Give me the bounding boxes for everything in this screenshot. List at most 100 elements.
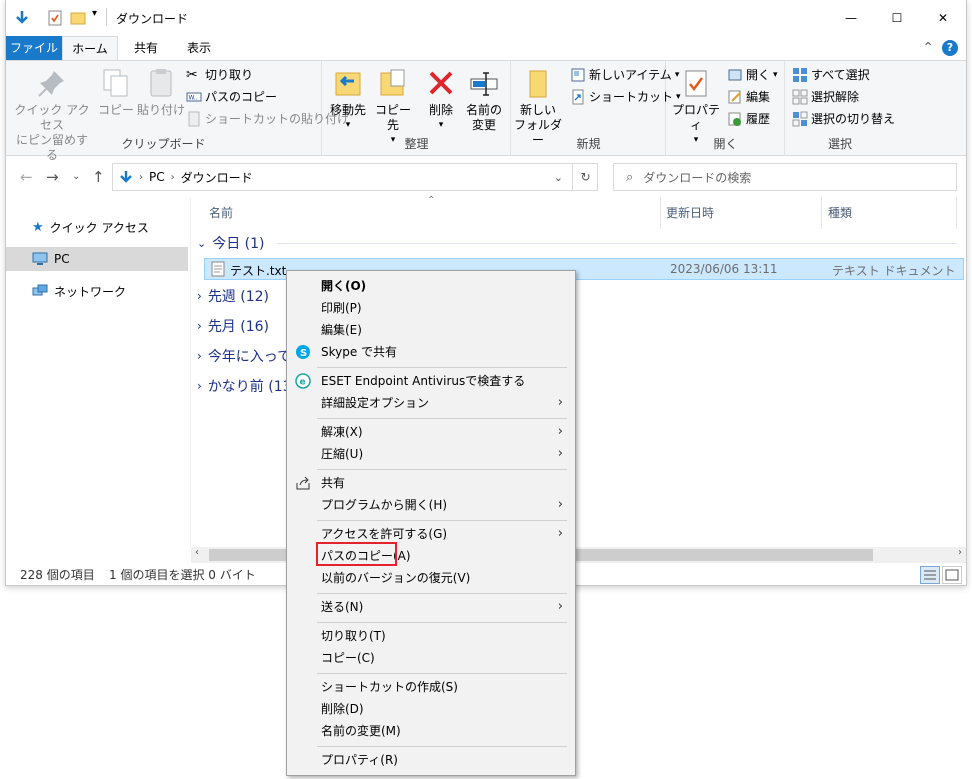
column-header-name[interactable]: 名前 (209, 204, 233, 221)
scroll-right-icon[interactable]: › (958, 547, 962, 558)
invert-selection-label: 選択の切り替え (811, 112, 896, 126)
menu-label: 圧縮(U) (321, 447, 364, 461)
menu-item-share[interactable]: 共有 (287, 472, 575, 494)
search-icon: ⌕ (626, 169, 634, 185)
menu-item-open-with[interactable]: プログラムから開く(H) › (287, 494, 575, 516)
column-header-modified[interactable]: 更新日時 (666, 204, 714, 221)
menu-separator (317, 367, 567, 368)
item-count: 228 個の項目 (20, 567, 95, 582)
shortcut-button[interactable]: ショートカット ▾ (570, 89, 681, 105)
copy-path-icon: W.. (186, 92, 202, 102)
group-label-organize: 整理 (404, 137, 429, 151)
group-header-last-week[interactable]: › 先週 (12) (197, 285, 269, 307)
menu-separator (317, 746, 567, 747)
history-label: 履歴 (746, 112, 771, 126)
properties-check-icon[interactable] (47, 10, 63, 26)
history-button[interactable]: 履歴 (727, 111, 770, 127)
scroll-left-icon[interactable]: ‹ (195, 547, 199, 558)
rename-button[interactable]: 名前の 変更 (463, 67, 505, 133)
search-input[interactable]: ⌕ ダウンロードの検索 (613, 163, 957, 191)
select-none-button[interactable]: 選択解除 (792, 89, 859, 105)
move-to-button[interactable]: 移動先 ▾ (327, 67, 369, 133)
address-bar[interactable]: › PC › ダウンロード ⌄ (112, 163, 598, 191)
monitor-icon (32, 252, 48, 265)
copy-button[interactable]: コピー (96, 67, 136, 118)
group-header-last-month[interactable]: › 先月 (16) (197, 315, 269, 337)
paste-button[interactable]: 貼り付け (136, 67, 186, 118)
file-modified: 2023/06/06 13:11 (670, 262, 778, 276)
group-header-this-year[interactable]: › 今年に入って (197, 345, 291, 367)
forward-arrow-icon[interactable]: → (46, 168, 59, 186)
address-dropdown-icon[interactable]: ⌄ (554, 171, 563, 184)
minimize-button[interactable]: — (828, 0, 874, 36)
copy-to-icon (380, 69, 405, 96)
menu-item-extract[interactable]: 解凍(X) › (287, 421, 575, 443)
close-button[interactable]: ✕ (920, 0, 966, 36)
up-arrow-icon[interactable]: ↑ (92, 168, 105, 186)
menu-item-restore-previous-versions[interactable]: 以前のバージョンの復元(V) (287, 567, 575, 589)
menu-item-properties[interactable]: プロパティ(R) (287, 749, 575, 771)
menu-item-rename[interactable]: 名前の変更(M) (287, 720, 575, 742)
refresh-icon: ↻ (580, 170, 591, 184)
select-all-button[interactable]: すべて選択 (792, 67, 870, 83)
nav-item-quick-access[interactable]: ★ クイック アクセス (6, 215, 188, 239)
back-arrow-icon[interactable]: ← (20, 168, 33, 186)
menu-item-edit[interactable]: 編集(E) (287, 319, 575, 341)
group-divider (277, 243, 957, 244)
details-view-button[interactable] (920, 566, 940, 584)
group-label-new: 新規 (576, 137, 601, 151)
menu-separator (317, 520, 567, 521)
select-all-icon (793, 68, 807, 82)
group-header-today[interactable]: ⌄ 今日 (1) (197, 232, 957, 254)
column-separator[interactable] (821, 197, 822, 229)
new-item-button[interactable]: 新しいアイテム ▾ (570, 67, 679, 83)
delete-button[interactable]: 削除 ▾ (423, 67, 459, 133)
breadcrumb-downloads[interactable]: ダウンロード (181, 169, 253, 186)
chevron-right-icon: › (197, 289, 202, 303)
menu-item-delete[interactable]: 削除(D) (287, 698, 575, 720)
menu-separator (317, 622, 567, 623)
maximize-button[interactable]: ☐ (874, 0, 920, 36)
delete-dropdown-icon: ▾ (438, 120, 444, 130)
help-icon[interactable]: ? (942, 40, 958, 56)
refresh-button[interactable]: ↻ (572, 163, 598, 191)
column-separator[interactable] (956, 197, 957, 229)
nav-item-network[interactable]: ネットワーク (6, 279, 188, 303)
copy-path-button[interactable]: W.. パスのコピー (186, 89, 277, 105)
menu-label: 共有 (321, 476, 346, 490)
edit-label: 編集 (746, 90, 771, 104)
menu-item-eset-scan[interactable]: e ESET Endpoint Antivirusで検査する (287, 370, 575, 392)
eset-icon: e (295, 373, 311, 389)
cut-button[interactable]: ✂ 切り取り (186, 67, 253, 83)
column-separator[interactable] (660, 197, 661, 229)
invert-selection-button[interactable]: 選択の切り替え (792, 111, 895, 127)
new-folder-quick-icon[interactable] (70, 10, 86, 26)
menu-item-create-shortcut[interactable]: ショートカットの作成(S) (287, 676, 575, 698)
tab-home[interactable]: ホーム (62, 36, 118, 61)
menu-item-cut[interactable]: 切り取り(T) (287, 625, 575, 647)
breadcrumb-pc[interactable]: PC (149, 170, 165, 184)
menu-item-send-to[interactable]: 送る(N) › (287, 596, 575, 618)
large-icons-view-button[interactable] (942, 566, 962, 584)
text-file-icon (211, 261, 225, 277)
quick-access-dropdown-icon[interactable]: ▾ (92, 8, 97, 19)
tab-view[interactable]: 表示 (174, 36, 224, 60)
menu-item-skype-share[interactable]: S Skype で共有 (287, 341, 575, 363)
tab-share[interactable]: 共有 (124, 36, 168, 60)
group-header-long-ago[interactable]: › かなり前 (13 (197, 375, 292, 397)
collapse-ribbon-icon[interactable]: ⌃ (922, 40, 934, 56)
menu-item-advanced-options[interactable]: 詳細設定オプション › (287, 392, 575, 414)
menu-item-open[interactable]: 開く(O) (287, 275, 575, 297)
breadcrumb-chevron-icon: › (170, 171, 175, 183)
edit-button[interactable]: 編集 (727, 89, 770, 105)
nav-item-pc[interactable]: PC (6, 247, 188, 271)
menu-item-compress[interactable]: 圧縮(U) › (287, 443, 575, 465)
menu-item-print[interactable]: 印刷(P) (287, 297, 575, 319)
tab-file[interactable]: ファイル (6, 36, 62, 60)
open-button[interactable]: 開く ▾ (727, 67, 778, 83)
menu-item-copy[interactable]: コピー(C) (287, 647, 575, 669)
group-label-open: 開く (713, 137, 738, 151)
recent-locations-dropdown-icon[interactable]: ⌄ (72, 171, 80, 182)
pin-icon (38, 71, 64, 97)
column-header-type[interactable]: 種類 (828, 204, 852, 221)
